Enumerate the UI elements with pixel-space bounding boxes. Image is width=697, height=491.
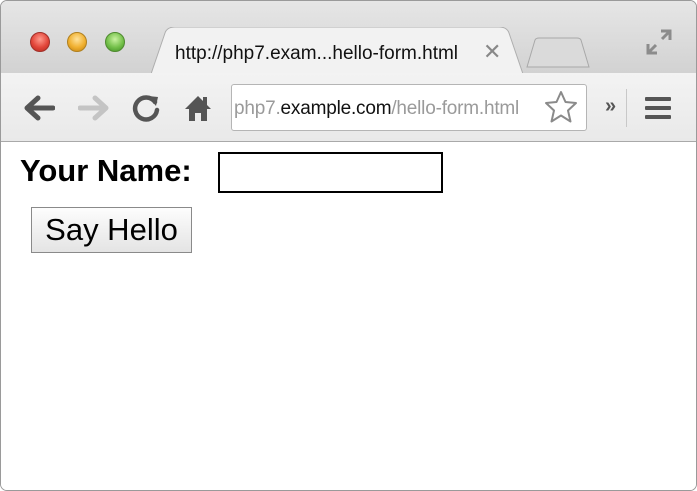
home-icon [185,96,211,121]
url-subdomain: php7. [234,98,281,119]
tab-close-icon[interactable]: ✕ [483,39,501,65]
reload-icon [132,95,160,122]
hamburger-menu-icon[interactable] [645,97,671,119]
fullscreen-expand-icon[interactable] [646,29,672,55]
maximize-window-button[interactable] [105,32,125,52]
toolbar-divider [626,89,627,127]
say-hello-button[interactable]: Say Hello [31,207,192,253]
url-host: example.com [280,98,392,119]
tab-title: http://php7.exam...hello-form.html [175,43,459,64]
home-button[interactable] [181,91,215,125]
new-tab-button[interactable] [525,37,591,69]
browser-window: http://php7.exam...hello-form.html ✕ php… [0,0,697,491]
overflow-extensions-button[interactable]: » [605,95,616,118]
back-button[interactable] [22,91,56,125]
page-content [1,142,696,490]
forward-arrow-icon [78,95,109,121]
url-path: /hello-form.html [391,98,520,119]
back-arrow-icon [24,95,55,121]
minimize-window-button[interactable] [67,32,87,52]
forward-button[interactable] [77,91,111,125]
name-input[interactable] [218,152,443,193]
address-bar-url[interactable]: php7.example.com/hello-form.html [234,98,519,120]
close-window-button[interactable] [30,32,50,52]
reload-button[interactable] [129,91,163,125]
your-name-label: Your Name: [20,153,192,188]
bookmark-star-icon[interactable] [544,90,578,124]
